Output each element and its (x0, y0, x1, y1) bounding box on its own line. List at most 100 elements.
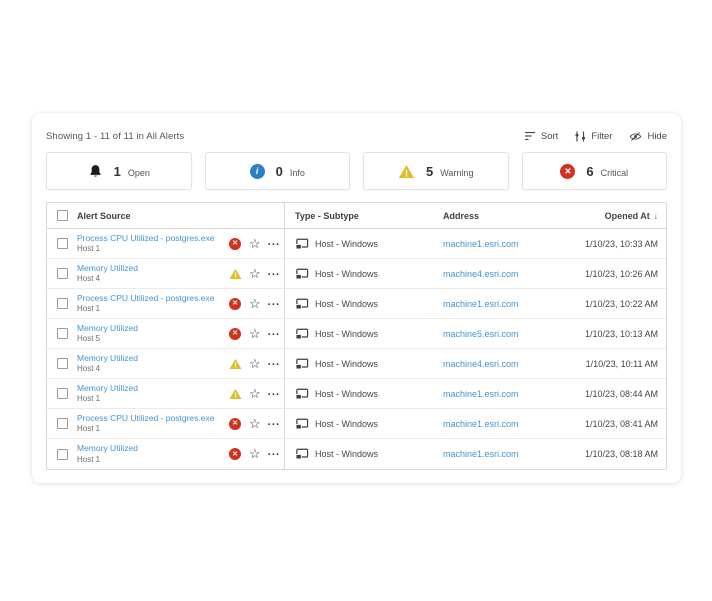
star-icon[interactable] (249, 446, 261, 462)
filter-label: Filter (591, 131, 612, 142)
critical-label: Critical (601, 168, 629, 178)
address-link[interactable]: machine1.esri.com (443, 449, 519, 459)
warning-count: 5 (426, 164, 433, 179)
toolbar: Showing 1 - 11 of 11 in All Alerts Sort … (46, 127, 667, 145)
opened-at-value: 1/10/23, 08:44 AM (568, 389, 658, 399)
info-count: 0 (276, 164, 283, 179)
alert-source-link[interactable]: Memory Utilized (77, 444, 227, 454)
row-checkbox[interactable] (57, 418, 68, 429)
row-menu-icon[interactable] (268, 266, 281, 282)
status-icon-slot: ! (229, 297, 242, 310)
critical-status-icon (229, 328, 241, 340)
opened-at-value: 1/10/23, 10:22 AM (568, 299, 658, 309)
hide-eye-slash-icon (629, 131, 642, 142)
row-checkbox[interactable] (57, 358, 68, 369)
star-icon[interactable] (249, 326, 261, 342)
status-icon-slot: ! (229, 387, 242, 400)
info-label: Info (290, 168, 305, 178)
sort-icon (524, 131, 536, 141)
address-link[interactable]: machine1.esri.com (443, 389, 519, 399)
bell-icon (88, 164, 103, 179)
address-link[interactable]: machine5.esri.com (443, 329, 519, 339)
open-alerts-card[interactable]: 1 Open (46, 152, 192, 190)
opened-at-value: 1/10/23, 10:33 AM (568, 239, 658, 249)
showing-count-text: Showing 1 - 11 of 11 in All Alerts (46, 131, 184, 142)
svg-text:!: ! (234, 272, 236, 279)
host-windows-icon (295, 358, 309, 370)
status-icon-slot: ! (229, 417, 242, 430)
status-icon-slot: ! (229, 237, 242, 250)
star-icon[interactable] (249, 236, 261, 252)
address-link[interactable]: machine4.esri.com (443, 269, 519, 279)
row-menu-icon[interactable] (268, 356, 281, 372)
warning-alerts-card[interactable]: ! 5 Warning (363, 152, 509, 190)
summary-cards: 1 Open 0 Info ! 5 Warning 6 Critical (46, 152, 667, 190)
star-icon[interactable] (249, 356, 261, 372)
sort-button[interactable]: Sort (524, 131, 558, 142)
star-icon[interactable] (249, 266, 261, 282)
critical-status-icon (229, 418, 241, 430)
alert-source-link[interactable]: Process CPU Utilized - postgres.exe (77, 234, 227, 244)
critical-icon (560, 164, 575, 179)
svg-text:!: ! (234, 362, 236, 369)
alert-source-link[interactable]: Process CPU Utilized - postgres.exe (77, 294, 227, 304)
warning-status-icon: ! (229, 268, 242, 280)
address-link[interactable]: machine1.esri.com (443, 419, 519, 429)
type-subtype-label: Host - Windows (315, 419, 378, 429)
alert-source-link[interactable]: Memory Utilized (77, 384, 227, 394)
row-menu-icon[interactable] (268, 386, 281, 402)
header-alert-source: Alert Source (77, 211, 229, 221)
hide-label: Hide (647, 131, 667, 142)
star-icon[interactable] (249, 386, 261, 402)
table-header-row: Alert Source Type - Subtype Address Open… (47, 203, 666, 229)
opened-at-value: 1/10/23, 08:41 AM (568, 419, 658, 429)
select-all-checkbox[interactable] (57, 210, 68, 221)
type-subtype-label: Host - Windows (315, 389, 378, 399)
row-menu-icon[interactable] (268, 326, 281, 342)
row-menu-icon[interactable] (268, 296, 281, 312)
warning-status-icon: ! (229, 388, 242, 400)
address-link[interactable]: machine4.esri.com (443, 359, 519, 369)
row-menu-icon[interactable] (268, 416, 281, 432)
alert-source-link[interactable]: Memory Utilized (77, 264, 227, 274)
status-icon-slot: ! (229, 327, 242, 340)
address-link[interactable]: machine1.esri.com (443, 239, 519, 249)
warning-icon: ! (398, 164, 415, 179)
type-subtype-label: Host - Windows (315, 239, 378, 249)
info-alerts-card[interactable]: 0 Info (205, 152, 351, 190)
host-windows-icon (295, 418, 309, 430)
address-link[interactable]: machine1.esri.com (443, 299, 519, 309)
star-icon[interactable] (249, 296, 261, 312)
row-checkbox[interactable] (57, 298, 68, 309)
alert-source-link[interactable]: Process CPU Utilized - postgres.exe (77, 414, 227, 424)
status-icon-slot: ! (229, 267, 242, 280)
page-background: Showing 1 - 11 of 11 in All Alerts Sort … (0, 0, 712, 601)
hide-button[interactable]: Hide (629, 131, 667, 142)
host-windows-icon (295, 448, 309, 460)
table-body: Process CPU Utilized - postgres.exe Host… (47, 229, 666, 469)
row-checkbox[interactable] (57, 449, 68, 460)
header-address: Address (434, 211, 568, 221)
type-subtype-label: Host - Windows (315, 449, 378, 459)
critical-count: 6 (586, 164, 593, 179)
critical-status-icon (229, 448, 241, 460)
alert-source-link[interactable]: Memory Utilized (77, 324, 227, 334)
row-checkbox[interactable] (57, 268, 68, 279)
alert-source-link[interactable]: Memory Utilized (77, 354, 227, 364)
star-icon[interactable] (249, 416, 261, 432)
warning-label: Warning (440, 168, 473, 178)
filter-button[interactable]: Filter (575, 131, 612, 142)
alerts-panel: Showing 1 - 11 of 11 in All Alerts Sort … (32, 113, 681, 483)
row-checkbox[interactable] (57, 238, 68, 249)
header-type-subtype: Type - Subtype (284, 203, 434, 228)
svg-text:!: ! (234, 392, 236, 399)
alert-host-label: Host 1 (77, 424, 227, 433)
row-menu-icon[interactable] (268, 446, 281, 462)
host-windows-icon (295, 268, 309, 280)
header-opened-at[interactable]: Opened At (568, 211, 658, 221)
table-row: Process CPU Utilized - postgres.exe Host… (47, 289, 666, 319)
critical-alerts-card[interactable]: 6 Critical (522, 152, 668, 190)
row-checkbox[interactable] (57, 328, 68, 339)
row-checkbox[interactable] (57, 388, 68, 399)
row-menu-icon[interactable] (268, 236, 281, 252)
